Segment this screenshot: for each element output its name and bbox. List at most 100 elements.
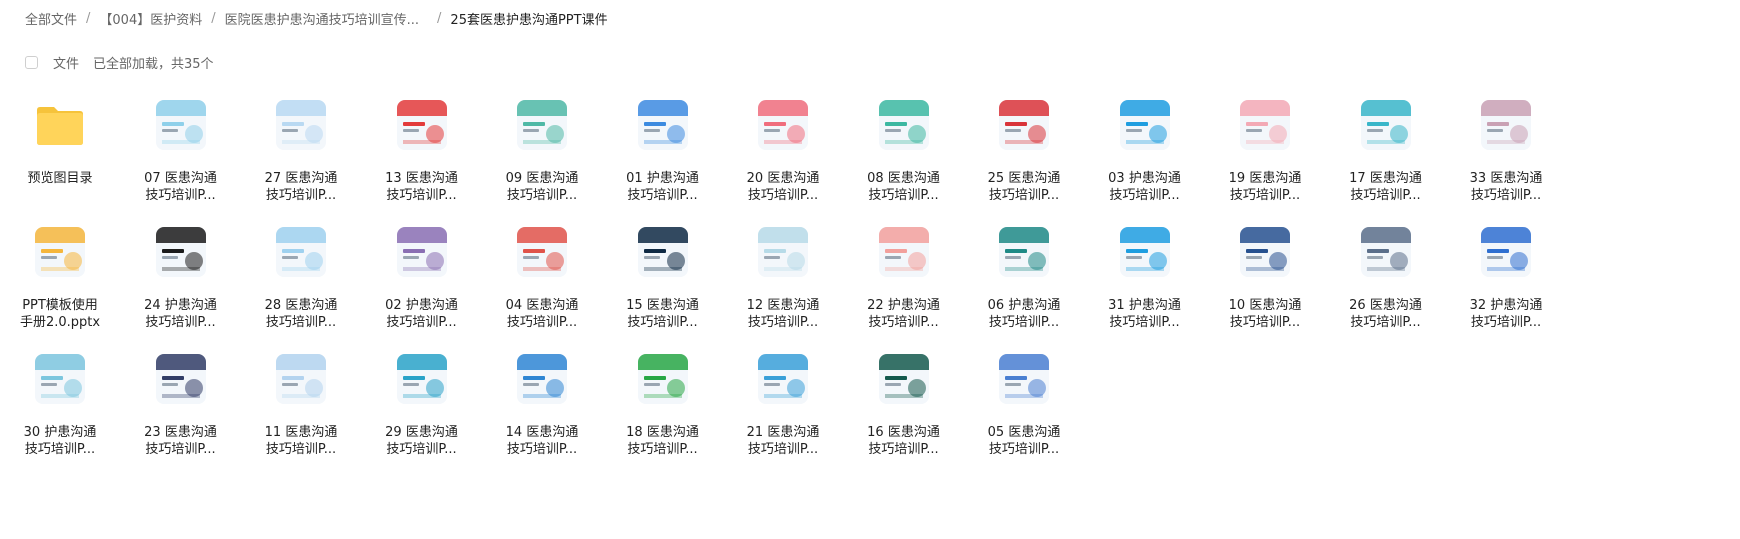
file-name: 16 医患沟通 技巧培训P... xyxy=(844,424,964,458)
file-name: 01 护患沟通 技巧培训P... xyxy=(603,170,723,204)
file-name-line-1: 23 医患沟通 xyxy=(144,425,217,440)
file-name-line-1: 29 医患沟通 xyxy=(385,425,458,440)
file-name-line-2: 技巧培训P... xyxy=(386,188,457,203)
file-name-line-2: 技巧培训P... xyxy=(386,315,457,330)
ppt-thumb xyxy=(1240,227,1290,277)
file-name-line-1: 10 医患沟通 xyxy=(1228,298,1302,313)
file-name-line-2: 技巧培训P... xyxy=(988,442,1060,457)
ppt-thumb xyxy=(878,100,929,150)
file-name-line-1: 03 护患沟通 xyxy=(1108,171,1181,186)
file-name-line-2: 技巧培训P... xyxy=(1350,188,1421,203)
file-name-line-2: 技巧培训P... xyxy=(868,442,939,457)
file-name: 20 医患沟通 技巧培训P... xyxy=(723,170,843,204)
ppt-thumb xyxy=(1360,100,1411,150)
ppt-thumb xyxy=(517,100,567,150)
file-name: 19 医患沟通 技巧培训P... xyxy=(1205,170,1325,204)
file-name: 23 医患沟通 技巧培训P... xyxy=(121,424,241,458)
ppt-thumb xyxy=(35,354,85,404)
file-name-line-1: 01 护患沟通 xyxy=(626,171,699,186)
file-name-line-1: 05 医患沟通 xyxy=(987,425,1061,440)
file-name-line-2: 技巧培训P... xyxy=(1229,188,1301,203)
file-name-line-1: 17 医患沟通 xyxy=(1349,171,1422,186)
file-name: 25 医患沟通 技巧培训P... xyxy=(964,170,1084,204)
file-name-line-1: 31 护患沟通 xyxy=(1108,298,1181,313)
file-name-line-2: 技巧培训P... xyxy=(627,188,698,203)
file-name-line-2: 技巧培训P... xyxy=(627,315,698,330)
file-name-line-2: 技巧培训P... xyxy=(988,315,1060,330)
file-name: 12 医患沟通 技巧培训P... xyxy=(723,297,843,331)
file-name-line-1: 07 医患沟通 xyxy=(144,171,217,186)
ppt-thumb xyxy=(396,100,447,150)
file-name-line-2: 技巧培训P... xyxy=(1109,188,1180,203)
ppt-thumb xyxy=(758,100,808,150)
file-name-line-2: 技巧培训P... xyxy=(506,315,578,330)
file-name-line-1: 14 医患沟通 xyxy=(505,425,579,440)
file-name-line-1: 12 医患沟通 xyxy=(746,298,820,313)
file-name-line-2: 技巧培训P... xyxy=(506,442,578,457)
file-name: 24 护患沟通 技巧培训P... xyxy=(121,297,241,331)
ppt-thumb xyxy=(517,227,567,277)
ppt-thumb xyxy=(1119,100,1170,150)
file-name-line-2: 手册2.0.pptx xyxy=(19,315,101,330)
file-name-line-2: 技巧培训P... xyxy=(145,315,216,330)
file-name-line-1: 25 医患沟通 xyxy=(987,171,1061,186)
ppt-thumb xyxy=(1481,227,1531,277)
file-name-line-2: 技巧培训P... xyxy=(265,188,337,203)
file-name: 17 医患沟通 技巧培训P... xyxy=(1326,170,1446,204)
file-name-line-2: 技巧培训P... xyxy=(868,315,939,330)
ppt-thumb xyxy=(758,354,808,404)
file-name-line-2: 技巧培训P... xyxy=(1229,315,1301,330)
file-name: 10 医患沟通 技巧培训P... xyxy=(1205,297,1325,331)
file-name-line-1: 20 医患沟通 xyxy=(746,171,820,186)
ppt-thumb xyxy=(276,100,326,150)
file-name-line-2: 技巧培训P... xyxy=(747,442,819,457)
file-name-line-1: PPT模板使用 xyxy=(22,298,98,313)
file-name-line-1: 16 医患沟通 xyxy=(867,425,940,440)
ppt-thumb xyxy=(999,100,1049,150)
file-name-line-1: 30 护患沟通 xyxy=(23,425,97,440)
ppt-thumb xyxy=(396,354,447,404)
file-name-line-1: 09 医患沟通 xyxy=(505,171,579,186)
file-name: 33 医患沟通 技巧培训P... xyxy=(1446,170,1566,204)
ppt-thumb xyxy=(517,354,567,404)
file-name-line-2: 技巧培训P... xyxy=(1470,188,1542,203)
file-name-line-1: 24 护患沟通 xyxy=(144,298,217,313)
ppt-thumb xyxy=(276,354,326,404)
file-name: 06 护患沟通 技巧培训P... xyxy=(964,297,1084,331)
file-name: 04 医患沟通 技巧培训P... xyxy=(482,297,602,331)
file-name-line-2: 技巧培训P... xyxy=(988,188,1060,203)
file-name: 18 医患沟通 技巧培训P... xyxy=(603,424,723,458)
file-name-line-1: 22 护患沟通 xyxy=(867,298,940,313)
ppt-thumb xyxy=(1481,100,1531,150)
file-name-line-1: 28 医患沟通 xyxy=(264,298,338,313)
file-name-line-1: 06 护患沟通 xyxy=(987,298,1061,313)
folder-icon xyxy=(35,100,85,150)
file-name-line-1: 21 医患沟通 xyxy=(746,425,820,440)
file-name-line-1: 27 医患沟通 xyxy=(264,171,338,186)
ppt-thumb xyxy=(878,227,929,277)
file-name-line-2: 技巧培训P... xyxy=(145,442,216,457)
file-name: 14 医患沟通 技巧培训P... xyxy=(482,424,602,458)
file-name-line-2: 技巧培训P... xyxy=(868,188,939,203)
file-name-line-1: 33 医患沟通 xyxy=(1469,171,1543,186)
ppt-thumb xyxy=(758,227,808,277)
file-name: 11 医患沟通 技巧培训P... xyxy=(241,424,361,458)
file-name-line-2: 技巧培训P... xyxy=(1470,315,1542,330)
file-name-line-1: 02 护患沟通 xyxy=(385,298,458,313)
file-name: 03 护患沟通 技巧培训P... xyxy=(1085,170,1205,204)
file-name-line-2: 技巧培训P... xyxy=(265,442,337,457)
file-name: 26 医患沟通 技巧培训P... xyxy=(1326,297,1446,331)
file-name: 21 医患沟通 技巧培训P... xyxy=(723,424,843,458)
file-name: 32 护患沟通 技巧培训P... xyxy=(1446,297,1566,331)
ppt-thumb xyxy=(155,354,206,404)
file-name: 31 护患沟通 技巧培训P... xyxy=(1085,297,1205,331)
file-name-line-1: 19 医患沟通 xyxy=(1228,171,1302,186)
file-name-line-1: 13 医患沟通 xyxy=(385,171,458,186)
file-name: 07 医患沟通 技巧培训P... xyxy=(121,170,241,204)
ppt-thumb xyxy=(276,227,326,277)
file-name: 28 医患沟通 技巧培训P... xyxy=(241,297,361,331)
ppt-thumb xyxy=(637,100,688,150)
file-name-line-1: 04 医患沟通 xyxy=(505,298,579,313)
file-name-line-2: 技巧培训P... xyxy=(506,188,578,203)
file-name-line-2: 技巧培训P... xyxy=(265,315,337,330)
